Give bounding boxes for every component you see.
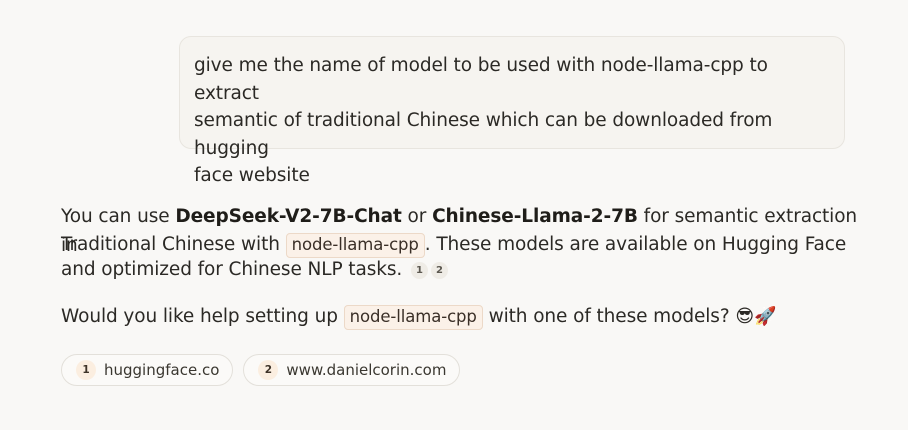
model-name: Chinese-Llama-2-7B (432, 206, 638, 227)
reply-line: Traditional Chinese with node-llama-cpp.… (61, 231, 861, 259)
sunglasses-emoji-icon: 😎 (735, 306, 755, 327)
model-name: DeepSeek-V2-7B-Chat (175, 206, 402, 227)
assistant-reply: You can use DeepSeek-V2-7B-Chat or Chine… (61, 202, 861, 330)
chat-page: give me the name of model to be used wit… (0, 0, 908, 430)
reply-text: with one of these models? (482, 306, 736, 327)
citation-badge[interactable]: 2 (430, 262, 448, 279)
inline-code: node-llama-cpp (343, 305, 483, 330)
reply-text: Would you like help setting up (61, 306, 344, 327)
reply-paragraph: You can use DeepSeek-V2-7B-Chat or Chine… (61, 202, 861, 281)
source-label: huggingface.co (104, 361, 220, 379)
reply-text: You can use (61, 206, 176, 227)
source-chip-huggingface[interactable]: 1 huggingface.co (61, 354, 234, 386)
user-message-line: face website (194, 165, 310, 186)
reply-line: and optimized for Chinese NLP tasks. 12 (61, 259, 861, 281)
user-message-line: give me the name of model to be used wit… (194, 55, 768, 104)
reply-text: and optimized for Chinese NLP tasks. (61, 259, 403, 280)
source-chip-danielcorin[interactable]: 2 www.danielcorin.com (243, 354, 461, 386)
user-message-line: semantic of traditional Chinese which ca… (194, 110, 773, 159)
reply-text: Traditional Chinese with (61, 234, 286, 255)
user-message-bubble: give me the name of model to be used wit… (179, 36, 845, 186)
source-label: www.danielcorin.com (286, 361, 447, 379)
reply-paragraph: Would you like help setting up node-llam… (61, 305, 861, 330)
source-list: 1 huggingface.co 2 www.danielcorin.com (61, 354, 461, 386)
source-number: 1 (76, 360, 96, 380)
source-number: 2 (258, 360, 279, 380)
inline-code: node-llama-cpp (285, 233, 425, 258)
reply-line: You can use DeepSeek-V2-7B-Chat or Chine… (61, 202, 861, 256)
rocket-emoji-icon: 🚀 (754, 306, 777, 327)
citation-badge[interactable]: 1 (410, 262, 428, 279)
reply-text: or (401, 206, 433, 227)
reply-text: . These models are available on Hugging … (424, 234, 847, 255)
